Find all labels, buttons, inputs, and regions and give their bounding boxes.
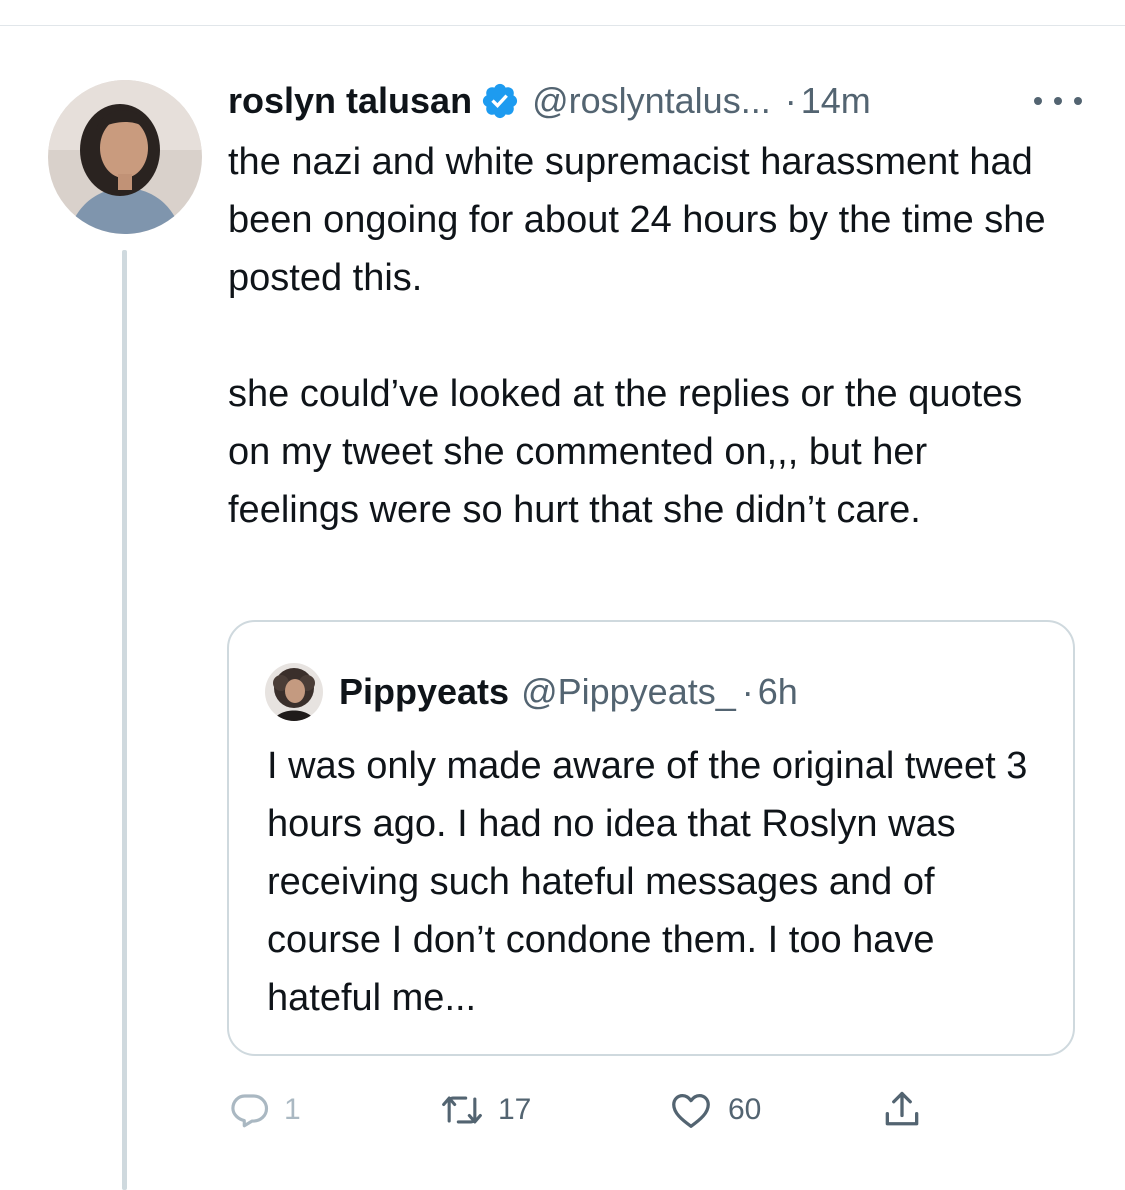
share-icon [880, 1088, 924, 1132]
tweet-timestamp[interactable]: 14m [801, 80, 871, 122]
quoted-author-display-name[interactable]: Pippyeats [339, 671, 509, 713]
like-button[interactable]: 60 [668, 1082, 761, 1138]
retweet-button[interactable]: 17 [440, 1082, 531, 1138]
author-avatar[interactable] [48, 80, 202, 234]
tweet-header: roslyn talusan @roslyntalus... · 14m [228, 74, 1088, 128]
quoted-author-avatar [265, 663, 323, 721]
quoted-header-separator: · [741, 671, 754, 712]
reply-button[interactable]: 1 [228, 1082, 301, 1138]
reply-icon [228, 1089, 270, 1131]
author-display-name[interactable]: roslyn talusan [228, 80, 472, 122]
quoted-tweet-header: Pippyeats @Pippyeats_ · 6h [265, 662, 798, 722]
tweet-text: the nazi and white supremacist harassmen… [228, 141, 1046, 531]
author-handle[interactable]: @roslyntalus... [532, 80, 771, 122]
header-separator: · [784, 80, 797, 121]
quoted-tweet-text: I was only made aware of the original tw… [267, 745, 1028, 1019]
quoted-author-handle[interactable]: @Pippyeats_ [521, 671, 736, 713]
thread-line [122, 250, 127, 1190]
top-divider [0, 25, 1125, 26]
share-button[interactable] [880, 1082, 924, 1138]
quoted-tweet-timestamp[interactable]: 6h [758, 671, 798, 713]
retweet-icon [440, 1088, 484, 1132]
retweet-count: 17 [498, 1093, 532, 1126]
like-count: 60 [728, 1093, 762, 1126]
quoted-tweet-card[interactable]: Pippyeats @Pippyeats_ · 6h I was only ma… [227, 620, 1075, 1056]
more-horizontal-icon[interactable] [1028, 84, 1088, 118]
heart-icon [668, 1087, 714, 1133]
verified-badge-icon [480, 81, 520, 121]
reply-count: 1 [284, 1093, 301, 1126]
tweet-action-bar: 1 17 60 [228, 1082, 948, 1138]
